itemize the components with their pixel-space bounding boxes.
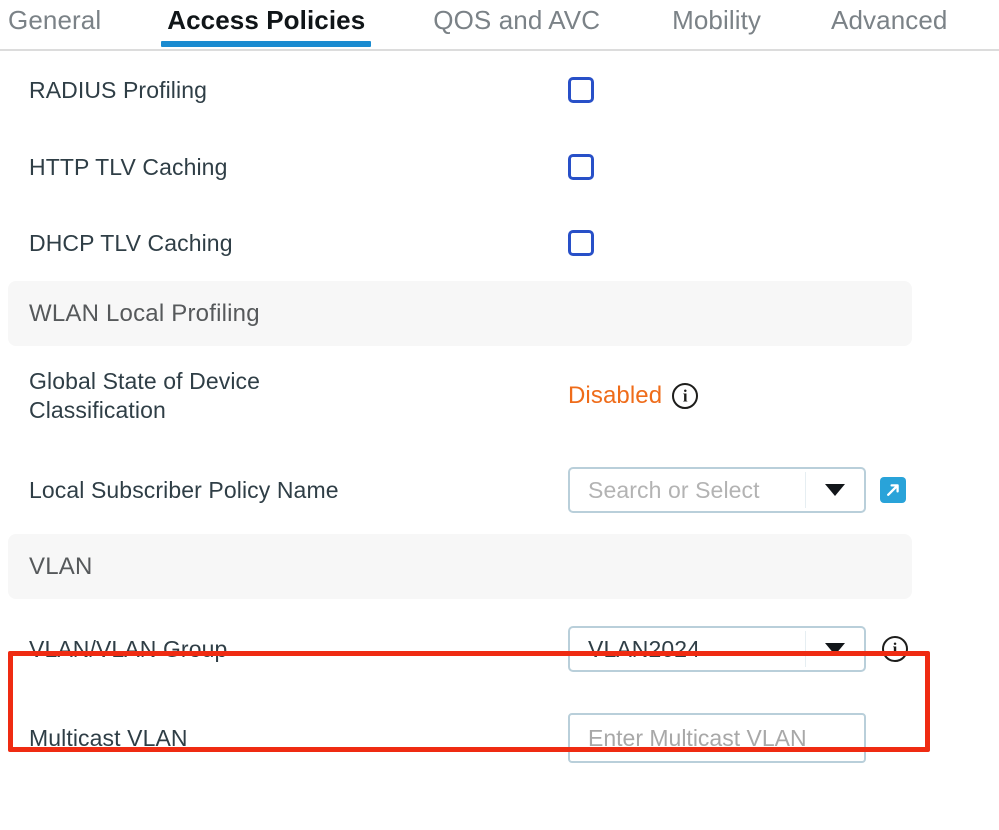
http-tlv-caching-control	[568, 154, 594, 180]
tab-general-label: General	[8, 5, 102, 35]
global-state-label: Global State of Device Classification	[29, 368, 261, 423]
http-tlv-caching-checkbox[interactable]	[568, 154, 594, 180]
tab-advanced[interactable]: Advanced	[831, 0, 947, 36]
vlan-group-label: VLAN/VLAN Group	[29, 635, 228, 662]
row-multicast-vlan: Multicast VLAN	[0, 699, 999, 777]
tab-qos-and-avc-label: QOS and AVC	[433, 5, 601, 35]
tab-general[interactable]: General	[8, 0, 101, 36]
dhcp-tlv-caching-control	[568, 230, 594, 256]
tab-advanced-label: Advanced	[831, 5, 948, 35]
http-tlv-caching-label: HTTP TLV Caching	[29, 153, 228, 180]
vlan-group-control: VLAN2024	[568, 626, 908, 672]
external-link-icon[interactable]	[880, 477, 906, 503]
local-subscriber-policy-value: Search or Select	[588, 476, 760, 503]
tab-bar: General Access Policies QOS and AVC Mobi…	[0, 0, 999, 51]
info-circle-icon[interactable]	[882, 636, 908, 662]
multicast-vlan-label: Multicast VLAN	[29, 724, 188, 751]
local-subscriber-policy-control: Search or Select	[568, 467, 906, 513]
tab-list: General Access Policies QOS and AVC Mobi…	[0, 0, 999, 51]
select-divider	[805, 631, 806, 667]
status-badge: Disabled	[568, 382, 663, 409]
tab-qos-and-avc[interactable]: QOS and AVC	[433, 0, 600, 36]
active-tab-indicator	[161, 41, 372, 47]
radius-profiling-control	[568, 77, 594, 103]
select-divider	[805, 472, 806, 508]
info-circle-icon[interactable]	[672, 383, 699, 409]
local-subscriber-policy-select[interactable]: Search or Select	[568, 467, 866, 513]
dhcp-tlv-caching-checkbox[interactable]	[568, 230, 594, 256]
access-policies-panel: RADIUS Profiling HTTP TLV Caching DHCP T…	[0, 51, 999, 777]
chevron-down-icon[interactable]	[825, 643, 845, 655]
vlan-group-value: VLAN2024	[588, 635, 701, 662]
section-header-wlan-local-profiling: WLAN Local Profiling	[8, 281, 912, 346]
multicast-vlan-control	[568, 713, 866, 763]
radius-profiling-label: RADIUS Profiling	[29, 76, 207, 103]
local-subscriber-policy-label: Local Subscriber Policy Name	[29, 476, 339, 503]
section-title: VLAN	[29, 552, 93, 580]
section-header-vlan: VLAN	[8, 534, 912, 599]
row-global-state-of-device-classification: Global State of Device Classification Di…	[0, 346, 999, 446]
tab-mobility-label: Mobility	[672, 5, 762, 35]
section-title: WLAN Local Profiling	[29, 299, 260, 327]
multicast-vlan-input[interactable]	[568, 713, 866, 763]
tab-access-policies-label: Access Policies	[167, 5, 366, 35]
global-state-control: Disabled	[568, 382, 699, 410]
dhcp-tlv-caching-label: DHCP TLV Caching	[29, 229, 233, 256]
row-local-subscriber-policy-name: Local Subscriber Policy Name Search or S…	[0, 446, 999, 534]
row-dhcp-tlv-caching: DHCP TLV Caching	[0, 205, 999, 281]
row-http-tlv-caching: HTTP TLV Caching	[0, 129, 999, 205]
row-radius-profiling: RADIUS Profiling	[0, 51, 999, 129]
chevron-down-icon[interactable]	[825, 484, 845, 496]
radius-profiling-checkbox[interactable]	[568, 77, 594, 103]
global-state-value-wrap: Disabled	[568, 382, 699, 410]
vlan-group-select[interactable]: VLAN2024	[568, 626, 866, 672]
row-vlan-vlan-group: VLAN/VLAN Group VLAN2024	[0, 599, 999, 699]
tab-mobility[interactable]: Mobility	[672, 0, 761, 36]
tab-access-policies[interactable]: Access Policies	[161, 0, 372, 47]
